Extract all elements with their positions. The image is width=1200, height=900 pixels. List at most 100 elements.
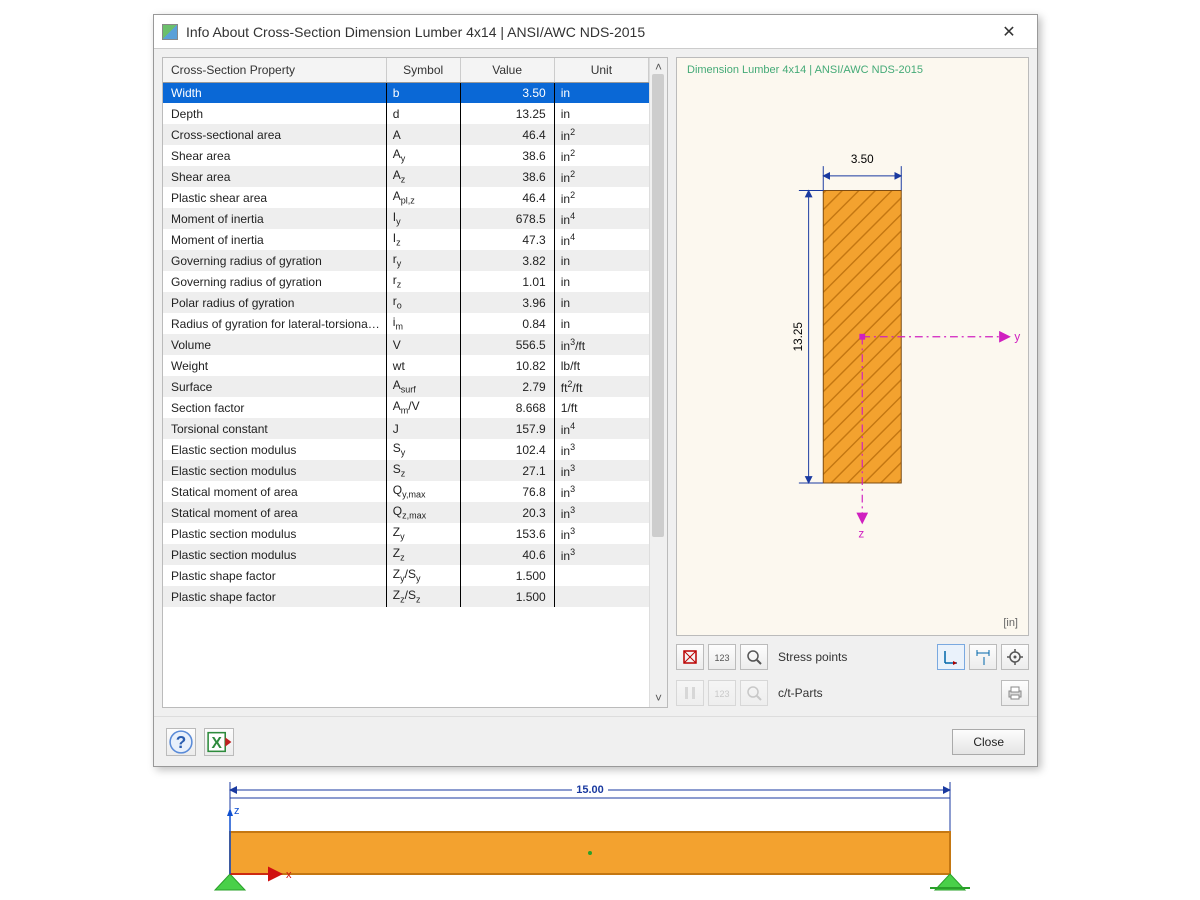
table-row[interactable]: Plastic section modulusZz40.6in3 (163, 544, 649, 565)
value-cell: 8.668 (460, 397, 554, 418)
unit-cell: in2 (554, 124, 648, 145)
table-row[interactable]: Plastic shape factorZz/Sz1.500 (163, 586, 649, 607)
value-cell: 46.4 (460, 124, 554, 145)
unit-cell: 1/ft (554, 397, 648, 418)
table-row[interactable]: Plastic section modulusZy153.6in3 (163, 523, 649, 544)
symbol-cell: Az (386, 166, 460, 187)
property-cell: Cross-sectional area (163, 124, 386, 145)
dimensions-toggle-button[interactable] (969, 644, 997, 670)
table-row[interactable]: Section factorAm/V8.6681/ft (163, 397, 649, 418)
table-row[interactable]: Moment of inertiaIy678.5in4 (163, 208, 649, 229)
help-button[interactable]: ? (166, 728, 196, 756)
header-unit[interactable]: Unit (554, 58, 648, 82)
print-preview-button[interactable] (1001, 680, 1029, 706)
value-cell: 76.8 (460, 481, 554, 502)
value-cell: 3.50 (460, 82, 554, 103)
property-cell: Radius of gyration for lateral-torsional… (163, 313, 386, 334)
svg-text:?: ? (176, 733, 186, 752)
preview-toolbar-row2: 123 c/t-Parts (676, 678, 1029, 708)
header-property[interactable]: Cross-Section Property (163, 58, 386, 82)
unit-cell: ft2/ft (554, 376, 648, 397)
property-cell: Torsional constant (163, 418, 386, 439)
table-row[interactable]: Elastic section modulusSy102.4in3 (163, 439, 649, 460)
header-value[interactable]: Value (460, 58, 554, 82)
symbol-cell: wt (386, 355, 460, 376)
beam-z-axis: z (234, 805, 240, 817)
symbol-cell: ro (386, 292, 460, 313)
symbol-cell: Zy/Sy (386, 565, 460, 586)
value-cell: 1.500 (460, 586, 554, 607)
symbol-cell: Ay (386, 145, 460, 166)
stress-points-label: Stress points (774, 650, 931, 664)
symbol-cell: Sz (386, 460, 460, 481)
unit-cell: in (554, 292, 648, 313)
symbol-cell: rz (386, 271, 460, 292)
properties-scrollbar[interactable]: ˄ ˅ (649, 58, 667, 707)
table-row[interactable]: Plastic shear areaApl,z46.4in2 (163, 187, 649, 208)
ct-parts-show-button (676, 680, 704, 706)
preview-width-label: 3.50 (851, 153, 874, 166)
table-row[interactable]: Cross-sectional areaA46.4in2 (163, 124, 649, 145)
value-cell: 13.25 (460, 103, 554, 124)
stress-points-show-button[interactable] (676, 644, 704, 670)
table-row[interactable]: Weightwt10.82lb/ft (163, 355, 649, 376)
table-row[interactable]: Governing radius of gyrationry3.82in (163, 250, 649, 271)
stress-points-details-button[interactable] (740, 644, 768, 670)
symbol-cell: Zz (386, 544, 460, 565)
close-button[interactable]: Close (952, 729, 1025, 755)
properties-table[interactable]: Cross-Section Property Symbol Value Unit… (163, 58, 649, 607)
table-row[interactable]: Torsional constantJ157.9in4 (163, 418, 649, 439)
symbol-cell: Am/V (386, 397, 460, 418)
symbol-cell: ry (386, 250, 460, 271)
table-row[interactable]: Depthd13.25in (163, 103, 649, 124)
header-symbol[interactable]: Symbol (386, 58, 460, 82)
axes-xy-button[interactable] (937, 644, 965, 670)
unit-cell: in4 (554, 418, 648, 439)
table-row[interactable]: Statical moment of areaQz,max20.3in3 (163, 502, 649, 523)
value-cell: 1.500 (460, 565, 554, 586)
symbol-cell: A (386, 124, 460, 145)
preview-toolbar-row1: 123 Stress points (676, 642, 1029, 672)
unit-cell: in3 (554, 460, 648, 481)
symbol-cell: Iy (386, 208, 460, 229)
property-cell: Shear area (163, 145, 386, 166)
property-cell: Weight (163, 355, 386, 376)
cross-section-preview[interactable]: Dimension Lumber 4x14 | ANSI/AWC NDS-201… (676, 57, 1029, 636)
beam-diagram: 15.00 x z (210, 780, 970, 890)
preview-z-axis: z (858, 528, 864, 541)
unit-cell: in (554, 250, 648, 271)
value-cell: 46.4 (460, 187, 554, 208)
scroll-down-icon[interactable]: ˅ (652, 691, 666, 705)
preview-settings-button[interactable] (1001, 644, 1029, 670)
table-row[interactable]: Governing radius of gyrationrz1.01in (163, 271, 649, 292)
beam-length-label: 15.00 (576, 784, 604, 796)
table-row[interactable]: VolumeV556.5in3/ft (163, 334, 649, 355)
scroll-thumb[interactable] (652, 74, 664, 537)
table-row[interactable]: Plastic shape factorZy/Sy1.500 (163, 565, 649, 586)
table-row[interactable]: Shear areaAz38.6in2 (163, 166, 649, 187)
unit-cell: in (554, 82, 648, 103)
property-cell: Statical moment of area (163, 502, 386, 523)
table-row[interactable]: Shear areaAy38.6in2 (163, 145, 649, 166)
unit-cell: in3 (554, 544, 648, 565)
property-cell: Shear area (163, 166, 386, 187)
table-row[interactable]: SurfaceAsurf2.79ft2/ft (163, 376, 649, 397)
table-row[interactable]: Statical moment of areaQy,max76.8in3 (163, 481, 649, 502)
table-row[interactable]: Elastic section modulusSz27.1in3 (163, 460, 649, 481)
symbol-cell: V (386, 334, 460, 355)
table-row[interactable]: Moment of inertiaIz47.3in4 (163, 229, 649, 250)
export-excel-button[interactable]: X (204, 728, 234, 756)
table-row[interactable]: Radius of gyration for lateral-torsional… (163, 313, 649, 334)
unit-cell: in3 (554, 439, 648, 460)
scroll-up-icon[interactable]: ˄ (652, 60, 666, 74)
ct-parts-label: c/t-Parts (774, 686, 995, 700)
close-icon[interactable]: ✕ (989, 18, 1029, 46)
table-row[interactable]: Widthb3.50in (163, 82, 649, 103)
value-cell: 102.4 (460, 439, 554, 460)
table-row[interactable]: Polar radius of gyrationro3.96in (163, 292, 649, 313)
symbol-cell: b (386, 82, 460, 103)
unit-cell: in2 (554, 187, 648, 208)
stress-points-numbers-button[interactable]: 123 (708, 644, 736, 670)
symbol-cell: im (386, 313, 460, 334)
beam-x-axis: x (286, 869, 292, 881)
